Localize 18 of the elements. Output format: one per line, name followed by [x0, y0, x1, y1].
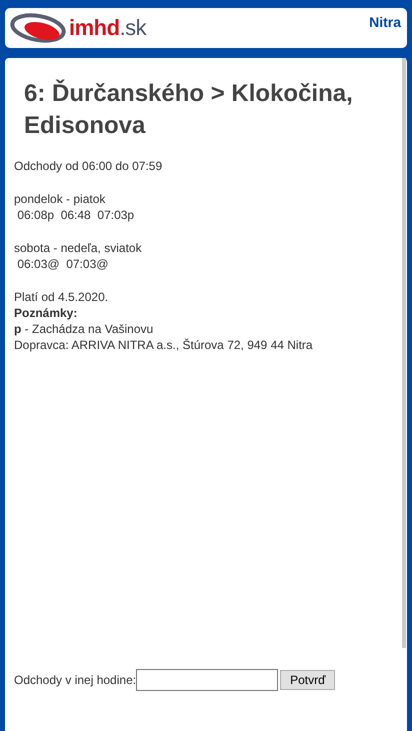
operator-text: Dopravca: ARRIVA NITRA a.s., Štúrova 72, 949 44 Nitra [14, 337, 314, 353]
time-range: Odchody od 06:00 do 07:59 [14, 158, 164, 174]
day-type: pondelok - piatok [14, 191, 106, 207]
city-link[interactable]: Nitra [369, 14, 401, 30]
logo-icon [9, 12, 67, 44]
hour-input[interactable] [136, 669, 278, 691]
notes-heading: Poznámky: [14, 305, 78, 321]
logo-text: imhd [69, 15, 120, 40]
day-type: sobota - nedeľa, sviatok [14, 240, 143, 256]
logo-domain: .sk [120, 15, 146, 40]
validity-text: Platí od 4.5.2020. [14, 289, 110, 305]
form-label: Odchody v inej hodine: [14, 673, 136, 687]
departure-times: 06:03@ 07:03@ [16, 256, 110, 272]
note-text: p - Zachádza na Vašinovu [14, 321, 154, 337]
confirm-button[interactable]: Potvrď [280, 670, 336, 690]
departure-times: 06:08p 06:48 07:03p [16, 207, 136, 223]
page-title: 6: Ďurčanského > Klokočina, Edisonova [24, 78, 354, 141]
scrollbar[interactable] [402, 58, 406, 648]
